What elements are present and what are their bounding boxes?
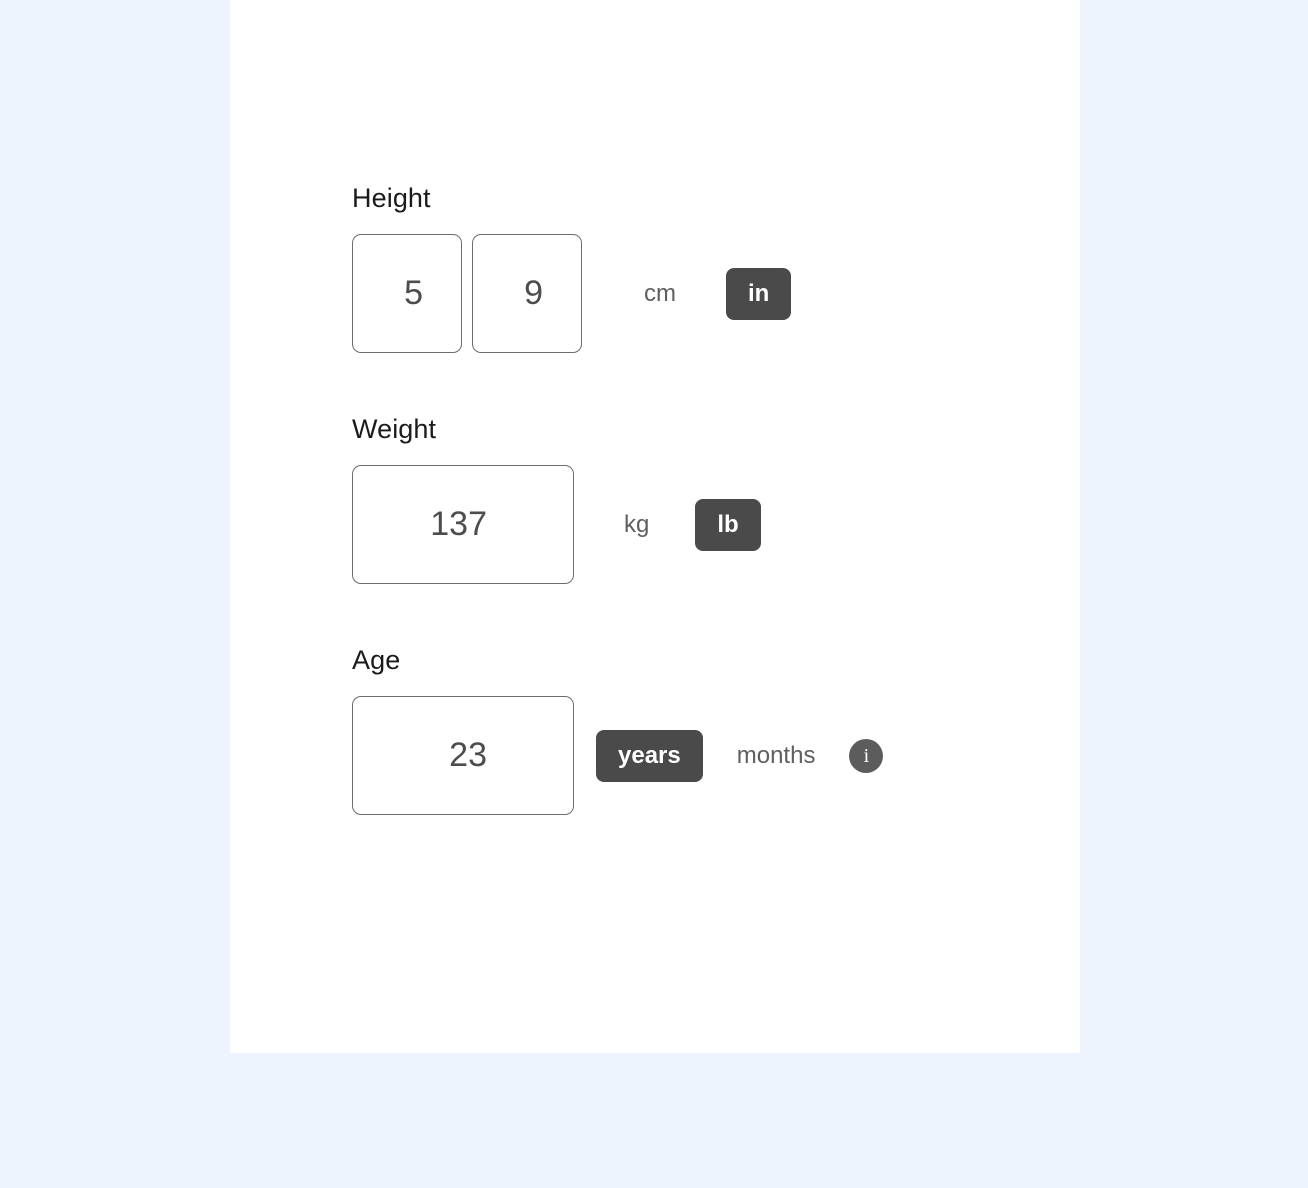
weight-unit-kg-toggle[interactable]: kg — [620, 499, 653, 551]
height-unit-in-toggle[interactable]: in — [726, 267, 792, 320]
weight-field-group: Weight kg lb — [352, 416, 1032, 584]
weight-input[interactable] — [352, 465, 574, 584]
age-input[interactable] — [352, 696, 574, 815]
info-icon[interactable]: i — [849, 738, 884, 773]
age-field-group: Age years months i — [352, 647, 1032, 815]
age-label: Age — [352, 645, 401, 675]
height-label: Height — [352, 183, 431, 213]
height-feet-input[interactable] — [352, 234, 462, 353]
height-field-group: Height cm in — [352, 185, 1032, 353]
content-card: Height cm in Weight kg — [230, 0, 1080, 1053]
height-unit-cm-toggle[interactable]: cm — [640, 268, 680, 320]
height-row: cm in — [352, 234, 1032, 353]
measurements-form: Height cm in Weight kg — [352, 185, 1032, 815]
age-row: years months i — [352, 696, 1032, 815]
weight-label: Weight — [352, 414, 437, 444]
age-unit-months-toggle[interactable]: months — [733, 730, 820, 782]
screen: Height cm in Weight kg — [0, 0, 1308, 1188]
weight-unit-lb-toggle[interactable]: lb — [695, 498, 761, 551]
age-unit-years-toggle[interactable]: years — [596, 729, 703, 782]
height-inches-input[interactable] — [472, 234, 582, 353]
weight-row: kg lb — [352, 465, 1032, 584]
